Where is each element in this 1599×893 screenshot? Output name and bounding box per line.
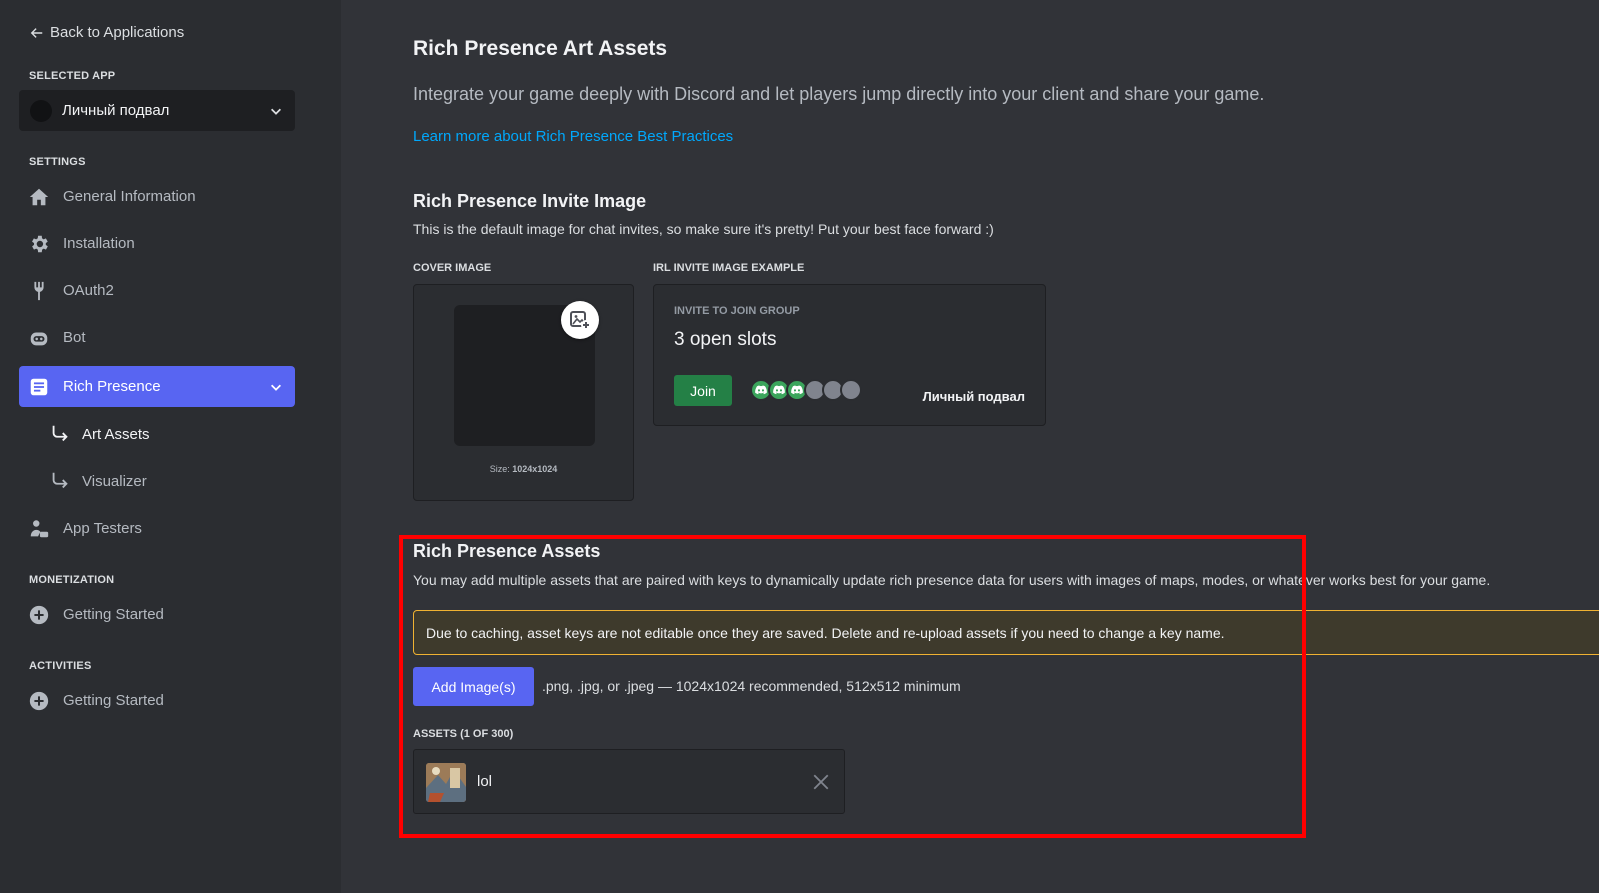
discord-icon: [791, 385, 803, 395]
sidebar-subitem-visualizer[interactable]: Visualizer: [49, 463, 147, 499]
accepted-formats-text: .png, .jpg, or .jpeg — 1024x1024 recomme…: [542, 678, 961, 694]
chevron-down-icon: [271, 384, 281, 391]
add-image-icon: [570, 311, 591, 330]
sidebar-subitem-label: Visualizer: [82, 472, 147, 490]
sidebar-item-oauth2[interactable]: OAuth2: [19, 270, 295, 311]
invite-app-name: Личный подвал: [922, 389, 1025, 404]
invite-image-description: This is the default image for chat invit…: [413, 221, 994, 237]
robot-icon: [28, 327, 50, 349]
gear-icon: [28, 233, 50, 255]
app-avatar: [30, 99, 52, 122]
sidebar-item-label: Getting Started: [63, 606, 164, 623]
sidebar-item-label: General Information: [63, 188, 196, 205]
sidebar-item-label: Rich Presence: [63, 378, 161, 395]
app-selector[interactable]: Личный подвал: [19, 90, 295, 131]
asset-thumbnail: [426, 763, 466, 802]
sidebar-item-label: Getting Started: [63, 692, 164, 709]
sidebar-subitem-label: Art Assets: [82, 425, 150, 443]
page-title: Rich Presence Art Assets: [413, 37, 668, 60]
back-label: Back to Applications: [50, 24, 185, 41]
sidebar-item-label: Bot: [63, 329, 86, 346]
sidebar-item-label: OAuth2: [63, 282, 114, 299]
sidebar: Back to Applications SELECTED APP Личный…: [0, 0, 341, 893]
sidebar-item-label: App Testers: [63, 520, 142, 537]
arrow-return-icon: [52, 472, 68, 489]
irl-invite-example-label: IRL INVITE IMAGE EXAMPLE: [653, 262, 805, 274]
sidebar-item-bot[interactable]: Bot: [19, 317, 295, 358]
app-name: Личный подвал: [62, 102, 170, 119]
cover-image-label: COVER IMAGE: [413, 262, 492, 274]
asset-image: [426, 763, 466, 802]
invite-example-card: INVITE TO JOIN GROUP 3 open slots Join Л…: [653, 284, 1046, 426]
discord-icon: [755, 385, 767, 395]
sidebar-item-rich-presence[interactable]: Rich Presence: [19, 366, 295, 407]
sidebar-item-installation[interactable]: Installation: [19, 223, 295, 264]
selected-app-heading: SELECTED APP: [29, 70, 116, 82]
empty-slot-avatar: [840, 379, 862, 401]
add-image-button[interactable]: [561, 301, 599, 339]
sidebar-subitem-art-assets[interactable]: Art Assets: [49, 416, 150, 452]
sidebar-item-monetization-getting-started[interactable]: Getting Started: [19, 594, 295, 635]
sidebar-item-general-information[interactable]: General Information: [19, 176, 295, 217]
invite-open-slots: 3 open slots: [674, 329, 777, 350]
arrow-left-icon: [30, 27, 43, 38]
caching-notice: Due to caching, asset keys are not edita…: [413, 610, 1599, 655]
wrench-icon: [28, 280, 50, 302]
invite-heading: INVITE TO JOIN GROUP: [674, 305, 800, 317]
sidebar-item-label: Installation: [63, 235, 135, 252]
cover-image-uploader[interactable]: Size: 1024x1024: [413, 284, 634, 501]
page-lead: Integrate your game deeply with Discord …: [413, 84, 1265, 104]
invite-image-title: Rich Presence Invite Image: [413, 191, 647, 211]
user-icon: [28, 518, 50, 540]
assets-count-label: ASSETS (1 OF 300): [413, 728, 514, 740]
join-button[interactable]: Join: [674, 375, 732, 406]
assets-description: You may add multiple assets that are pai…: [413, 572, 1491, 588]
back-to-applications-link[interactable]: Back to Applications: [30, 24, 184, 41]
add-images-button[interactable]: Add Image(s): [413, 667, 534, 706]
plus-circle-icon: [28, 604, 50, 626]
notice-text: Due to caching, asset keys are not edita…: [426, 624, 1225, 641]
activities-heading: ACTIVITIES: [29, 660, 92, 672]
discord-icon: [773, 385, 785, 395]
asset-item[interactable]: lol: [413, 749, 845, 814]
close-icon[interactable]: [812, 773, 830, 791]
sidebar-item-app-testers[interactable]: App Testers: [19, 508, 295, 549]
chevron-down-icon: [271, 108, 281, 115]
settings-heading: SETTINGS: [29, 156, 86, 168]
home-icon: [28, 186, 50, 208]
learn-more-link[interactable]: Learn more about Rich Presence Best Prac…: [413, 128, 733, 145]
monetization-heading: MONETIZATION: [29, 574, 115, 586]
cover-size-text: Size: 1024x1024: [489, 464, 558, 474]
arrow-return-icon: [52, 425, 68, 442]
assets-title: Rich Presence Assets: [413, 541, 601, 561]
document-icon: [28, 376, 50, 398]
plus-circle-icon: [28, 690, 50, 712]
asset-name: lol: [477, 773, 493, 790]
main-content: Rich Presence Art Assets Integrate your …: [341, 0, 1599, 893]
party-avatars: [750, 379, 862, 401]
sidebar-item-activities-getting-started[interactable]: Getting Started: [19, 680, 295, 721]
